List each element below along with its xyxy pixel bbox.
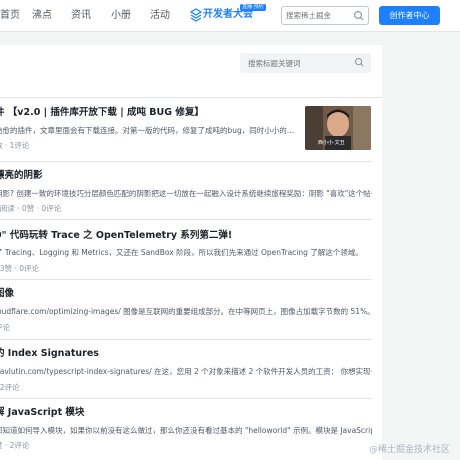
- article-title[interactable]: 0" 代码玩转 Trace 之 OpenTelemetry 系列第二弹!: [0, 229, 232, 243]
- nav-item-books[interactable]: 小册: [111, 8, 131, 24]
- article-meta: 5阅读 · 0赞 · 0评论: [0, 204, 62, 213]
- article-item[interactable]: 0" 代码玩转 Trace 之 OpenTelemetry 系列第二弹! 了 T…: [0, 220, 372, 280]
- article-item[interactable]: 图像 loudflare.com/optimizing-images/ 图像是互…: [0, 280, 372, 340]
- article-description: loudflare.com/optimizing-images/ 图像是互联网的…: [0, 307, 372, 316]
- thumbnail-caption: 西小小·文丑: [318, 140, 345, 146]
- article-title[interactable]: 件 【v2.0 | 插件库开放下载 | 成吨 BUG 修复】: [0, 106, 204, 120]
- divider: [0, 97, 382, 98]
- article-meta: 赞 · 2评论: [0, 441, 30, 450]
- article-title[interactable]: 漂亮的阴影: [0, 169, 43, 183]
- article-description: 治愈的插件，文章里面会有下载连接。对第一版的代码，修复了成吨的bug，同时小小的…: [0, 126, 295, 135]
- article-title[interactable]: 的 Index Signatures: [0, 347, 99, 361]
- article-description: 都知道如何导入模块，如果你以前没有这么做过，那么你还没有看过基本的 "hello…: [0, 426, 372, 435]
- site-search-input[interactable]: [286, 8, 352, 23]
- article-title[interactable]: 图像: [0, 287, 14, 301]
- nav-item-home[interactable]: 首页: [0, 8, 20, 24]
- article-meta: 数 · 1评论: [0, 141, 30, 150]
- article-description: 阴影? 创建一致的环境技巧分层颜色匹配的阴影把这一切放在一起融入设计系统继续旅程…: [0, 189, 372, 198]
- site-search[interactable]: [281, 6, 369, 25]
- nav-item-pins[interactable]: 沸点: [32, 8, 52, 24]
- title-search-input[interactable]: [248, 55, 348, 71]
- article-meta: · 3赞 · 0评论: [0, 264, 39, 273]
- article-item[interactable]: 的 Index Signatures pavlutin.com/typescri…: [0, 340, 372, 399]
- nav-item-news[interactable]: 资讯: [71, 8, 91, 24]
- creator-center-button[interactable]: 创作者中心: [379, 6, 440, 25]
- brand-badge: 直播·预约: [240, 4, 266, 11]
- article-meta: 评论: [0, 323, 10, 332]
- brand-logo-icon: [190, 8, 202, 22]
- article-description: 了 Tracing、Logging 和 Metrics，又还在 SandBox …: [0, 248, 363, 257]
- article-item[interactable]: 件 【v2.0 | 插件库开放下载 | 成吨 BUG 修复】 治愈的插件，文章里…: [0, 102, 372, 162]
- watermark: @稀土掘金技术社区: [369, 445, 451, 455]
- article-item[interactable]: 漂亮的阴影 阴影? 创建一致的环境技巧分层颜色匹配的阴影把这一切放在一起融入设计…: [0, 162, 372, 220]
- article-title[interactable]: 解 JavaScript 模块: [0, 406, 84, 420]
- article-meta: · 2评论: [0, 383, 20, 392]
- top-nav: 首页 沸点 资讯 小册 活动 开发者大会 直播·预约 创作者中心: [0, 0, 460, 32]
- article-list-panel: 件 【v2.0 | 插件库开放下载 | 成吨 BUG 修复】 治愈的插件，文章里…: [0, 45, 382, 460]
- article-description: pavlutin.com/typescript-index-signatures…: [0, 367, 372, 376]
- search-icon[interactable]: [353, 10, 365, 22]
- title-search[interactable]: [240, 53, 371, 73]
- article-item[interactable]: 解 JavaScript 模块 都知道如何导入模块，如果你以前没有这么做过，那么…: [0, 399, 372, 460]
- article-thumbnail[interactable]: 西小小·文丑: [305, 106, 371, 150]
- search-icon[interactable]: [354, 57, 365, 68]
- nav-item-events[interactable]: 活动: [150, 8, 170, 24]
